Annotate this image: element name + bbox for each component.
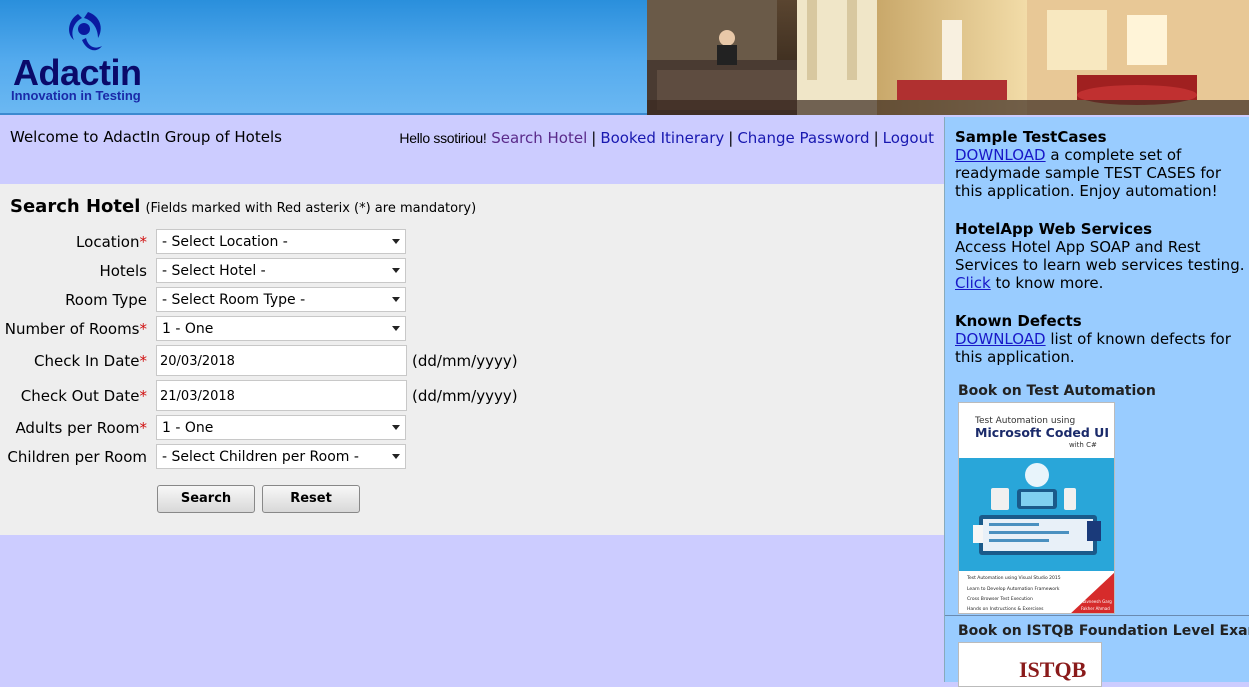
location-select[interactable]: - Select Location -: [156, 229, 406, 254]
hotels-row: Hotels - Select Hotel -: [0, 258, 944, 284]
room-type-row: Room Type - Select Room Type -: [0, 287, 944, 313]
check-out-format: (dd/mm/yyyy): [412, 387, 518, 405]
webservices-text-after: to know more.: [990, 274, 1104, 292]
search-button[interactable]: Search: [157, 485, 255, 513]
hello-user: Hello ssotiriou!: [399, 130, 487, 146]
hotel-lobby-banner: [647, 0, 1249, 115]
istqb-cover-art: ISTQB: [959, 643, 1101, 686]
rooms-select[interactable]: 1 - One: [156, 316, 406, 341]
form-title: Search Hotel (Fields marked with Red ast…: [10, 196, 476, 217]
book1-author: Navneesh Garg: [1081, 599, 1112, 604]
welcome-bar: Welcome to AdactIn Group of Hotels Hello…: [0, 117, 944, 184]
nav-separator: |: [728, 129, 734, 147]
children-label: Children per Room: [7, 448, 147, 466]
testcases-heading: Sample TestCases: [955, 128, 1107, 146]
dropdown-arrow-icon: [392, 268, 400, 273]
book1-cover-title: Microsoft Coded UI: [975, 425, 1109, 440]
webservices-click-link[interactable]: Click: [955, 274, 991, 292]
reset-button[interactable]: Reset: [262, 485, 360, 513]
adults-row: Adults per Room* 1 - One: [0, 415, 944, 441]
check-in-label: Check In Date*: [34, 352, 147, 370]
dropdown-arrow-icon: [392, 239, 400, 244]
main-content: Welcome to AdactIn Group of Hotels Hello…: [0, 117, 944, 682]
room-type-select[interactable]: - Select Room Type -: [156, 287, 406, 312]
book1-bullet: Learn to Develop Automation Framework: [967, 586, 1060, 592]
site-header: Adactin Innovation in Testing: [0, 0, 1249, 115]
book1-bullet: Hands on Instructions & Exercises: [967, 606, 1044, 612]
nav-separator: |: [873, 129, 879, 147]
testcases-block: Sample TestCases DOWNLOAD a complete set…: [955, 128, 1245, 200]
check-in-row: Check In Date* 20/03/2018 (dd/mm/yyyy): [0, 345, 944, 376]
booked-itinerary-link[interactable]: Booked Itinerary: [600, 129, 724, 147]
check-in-input[interactable]: 20/03/2018: [156, 345, 407, 376]
user-nav: Hello ssotiriou! Search Hotel | Booked Iti…: [399, 129, 934, 147]
sidebar-divider: [945, 615, 1249, 616]
dropdown-arrow-icon: [392, 326, 400, 331]
welcome-text: Welcome to AdactIn Group of Hotels: [10, 128, 282, 146]
form-heading: Search Hotel: [10, 196, 141, 217]
book1-author: Fakher Ahmad: [1081, 606, 1110, 611]
book1-bullet: Test Automation using Visual Studio 2015: [966, 575, 1061, 581]
check-out-row: Check Out Date* 21/03/2018 (dd/mm/yyyy): [0, 380, 944, 411]
webservices-heading: HotelApp Web Services: [955, 220, 1153, 238]
search-hotel-form: Search Hotel (Fields marked with Red ast…: [0, 184, 944, 535]
change-password-link[interactable]: Change Password: [737, 129, 869, 147]
logo-tagline: Innovation in Testing: [11, 88, 141, 103]
rooms-row: Number of Rooms* 1 - One: [0, 316, 944, 342]
dropdown-arrow-icon: [392, 454, 400, 459]
nav-separator: |: [591, 129, 597, 147]
dropdown-arrow-icon: [392, 297, 400, 302]
children-select[interactable]: - Select Children per Room -: [156, 444, 406, 469]
webservices-block: HotelApp Web Services Access Hotel App S…: [955, 220, 1245, 292]
defects-download-link[interactable]: DOWNLOAD: [955, 330, 1046, 348]
book2-cover-title: ISTQB: [1019, 657, 1087, 682]
room-type-label: Room Type: [65, 291, 147, 309]
istqb-book-cover[interactable]: ISTQB: [958, 642, 1102, 687]
check-out-label: Check Out Date*: [20, 387, 147, 405]
book1-heading: Book on Test Automation: [958, 383, 1156, 399]
rooms-label: Number of Rooms*: [4, 320, 147, 338]
dropdown-arrow-icon: [392, 425, 400, 430]
children-row: Children per Room - Select Children per …: [0, 444, 944, 470]
sidebar: Sample TestCases DOWNLOAD a complete set…: [944, 117, 1249, 687]
webservices-text: Access Hotel App SOAP and Rest Services …: [955, 238, 1245, 274]
logo-swirl-icon: [69, 12, 102, 51]
defects-heading: Known Defects: [955, 312, 1082, 330]
logout-link[interactable]: Logout: [883, 129, 934, 147]
check-out-input[interactable]: 21/03/2018: [156, 380, 407, 411]
book2-heading: Book on ISTQB Foundation Level Exam: [958, 623, 1249, 639]
check-in-format: (dd/mm/yyyy): [412, 352, 518, 370]
form-buttons: Search Reset: [0, 485, 944, 515]
book-cover-art: Test Automation using Microsoft Coded UI…: [959, 403, 1114, 613]
hotels-label: Hotels: [99, 262, 147, 280]
location-label: Location*: [76, 233, 147, 251]
adactin-logo[interactable]: Adactin Innovation in Testing: [10, 8, 160, 108]
hotels-select[interactable]: - Select Hotel -: [156, 258, 406, 283]
mandatory-note: (Fields marked with Red asterix (*) are …: [145, 201, 477, 216]
testcases-download-link[interactable]: DOWNLOAD: [955, 146, 1046, 164]
defects-block: Known Defects DOWNLOAD list of known def…: [955, 312, 1245, 366]
test-automation-book-cover[interactable]: Test Automation using Microsoft Coded UI…: [958, 402, 1115, 614]
book1-cover-sub: with C#: [1069, 441, 1097, 449]
adults-label: Adults per Room*: [15, 419, 147, 437]
adults-select[interactable]: 1 - One: [156, 415, 406, 440]
search-hotel-link[interactable]: Search Hotel: [491, 129, 587, 147]
location-row: Location* - Select Location -: [0, 229, 944, 255]
book1-bullet: Cross Browser Test Execution: [967, 596, 1033, 602]
